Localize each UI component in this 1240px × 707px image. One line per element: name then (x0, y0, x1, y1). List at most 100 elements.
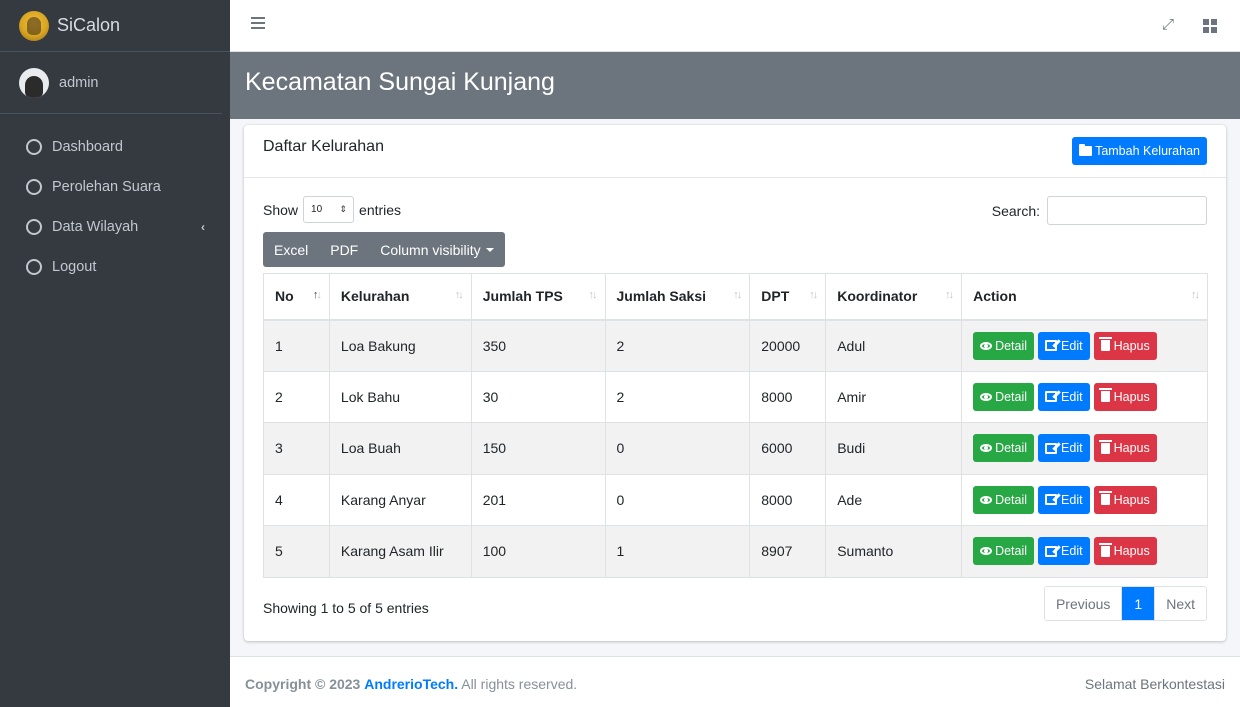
cell-jumlah-tps: 100 (470, 525, 606, 578)
column-header-kelurahan[interactable]: Kelurahan ↑↓ (328, 273, 472, 321)
sort-icon: ↑↓ (454, 289, 464, 301)
cell-action: Detail Edit Hapus (961, 422, 1208, 475)
excel-button[interactable]: Excel (263, 232, 319, 267)
cell-jumlah-tps: 350 (470, 319, 606, 372)
detail-button[interactable]: Detail (973, 331, 1035, 360)
edit-button[interactable]: Edit (1038, 537, 1090, 566)
delete-button[interactable]: Hapus (1093, 382, 1157, 411)
sidebar-item-label: Data Wilayah (52, 219, 139, 235)
detail-button[interactable]: Detail (973, 434, 1035, 463)
hamburger-menu-icon[interactable] (251, 17, 265, 31)
cell-jumlah-tps: 150 (470, 422, 606, 475)
detail-button[interactable]: Detail (973, 485, 1035, 514)
kelurahan-card: Daftar Kelurahan Tambah Kelurahan Show 1… (244, 125, 1226, 641)
cell-jumlah-saksi: 0 (604, 473, 751, 526)
cell-no: 5 (263, 525, 330, 578)
search-control: Search: (992, 196, 1207, 225)
page-1-button[interactable]: 1 (1121, 587, 1155, 620)
eye-icon (980, 495, 993, 504)
edit-icon (1045, 494, 1058, 506)
cell-jumlah-saksi: 2 (604, 370, 751, 423)
column-header-dpt[interactable]: DPT ↑↓ (749, 273, 827, 321)
table-row: 4 Karang Anyar 201 0 8000 Ade Detail Edi… (263, 473, 1208, 526)
cell-kelurahan: Loa Bakung (328, 319, 472, 372)
edit-button[interactable]: Edit (1038, 382, 1090, 411)
cell-koordinator: Budi (825, 422, 963, 475)
detail-button[interactable]: Detail (973, 537, 1035, 566)
cell-action: Detail Edit Hapus (961, 370, 1208, 423)
sort-icon: ↑↓ (945, 289, 954, 301)
edit-icon (1045, 391, 1058, 403)
cell-kelurahan: Loa Buah (328, 422, 472, 475)
edit-icon (1045, 340, 1058, 351)
delete-button[interactable]: Hapus (1093, 331, 1157, 360)
sort-icon: ↑↓ (588, 289, 598, 301)
sidebar-item-data-wilayah[interactable]: Data Wilayah ‹ (0, 207, 230, 247)
cell-kelurahan: Karang Anyar (328, 473, 472, 526)
sidebar: SiCalon admin Dashboard Perolehan Suara … (0, 0, 230, 707)
user-panel[interactable]: admin (0, 52, 222, 114)
next-page-button[interactable]: Next (1154, 587, 1206, 620)
sort-icon: ↑↓ (1191, 289, 1200, 301)
delete-button[interactable]: Hapus (1093, 485, 1157, 514)
column-header-action[interactable]: Action ↑↓ (961, 273, 1208, 321)
add-kelurahan-label: Tambah Kelurahan (1095, 144, 1200, 158)
caret-down-icon (485, 247, 494, 252)
add-kelurahan-button[interactable]: Tambah Kelurahan (1072, 137, 1207, 165)
eye-icon (980, 547, 993, 556)
sort-icon: ↑↓ (809, 289, 818, 301)
delete-button[interactable]: Hapus (1093, 434, 1157, 463)
edit-icon (1045, 545, 1058, 557)
edit-button[interactable]: Edit (1038, 331, 1090, 360)
sidebar-item-perolehan-suara[interactable]: Perolehan Suara (0, 167, 230, 207)
brand-logo (19, 10, 49, 41)
delete-button[interactable]: Hapus (1093, 537, 1157, 566)
page-length-select[interactable]: 10 ⇕ (303, 196, 355, 223)
cell-dpt: 8000 (749, 473, 827, 526)
search-input[interactable] (1047, 196, 1207, 225)
cell-kelurahan: Lok Bahu (328, 370, 472, 423)
column-header-jumlah-saksi[interactable]: Jumlah Saksi ↑↓ (604, 273, 751, 321)
sidebar-nav: Dashboard Perolehan Suara Data Wilayah ‹… (0, 114, 230, 287)
copyright-prefix: Copyright © 2023 (245, 676, 361, 692)
sidebar-item-label: Logout (52, 259, 97, 275)
page-length-value: 10 (311, 204, 323, 215)
column-visibility-button[interactable]: Column visibility (369, 232, 504, 267)
footer-brand-link[interactable]: AndrerioTech. (364, 676, 458, 692)
cell-no: 3 (263, 422, 330, 475)
card-title: Daftar Kelurahan (263, 138, 384, 155)
edit-icon (1045, 442, 1058, 454)
eye-icon (980, 392, 993, 401)
cell-jumlah-saksi: 2 (604, 319, 751, 372)
table-row: 5 Karang Asam Ilir 100 1 8907 Sumanto De… (263, 525, 1208, 578)
column-header-koordinator[interactable]: Koordinator ↑↓ (825, 273, 963, 321)
brand-name: SiCalon (57, 15, 121, 35)
sort-icon: ↑↓ (733, 289, 742, 301)
cell-koordinator: Adul (825, 319, 963, 372)
grid-icon[interactable] (1203, 19, 1217, 33)
pdf-button[interactable]: PDF (319, 232, 369, 267)
cell-koordinator: Ade (825, 473, 963, 526)
eye-icon (980, 444, 993, 453)
table-header-row: No ↑↓ Kelurahan ↑↓ Jumlah TPS ↑↓ Jumlah Sak… (263, 273, 1208, 321)
sidebar-item-dashboard[interactable]: Dashboard (0, 127, 230, 167)
column-header-jumlah-tps[interactable]: Jumlah TPS ↑↓ (470, 273, 606, 321)
edit-button[interactable]: Edit (1038, 485, 1090, 514)
eye-icon (980, 341, 993, 350)
column-header-no[interactable]: No ↑↓ (263, 273, 330, 321)
user-name: admin (59, 74, 99, 91)
circle-icon (26, 139, 42, 155)
content-header: Kecamatan Sungai Kunjang (230, 52, 1240, 119)
show-label: Show (263, 201, 299, 218)
detail-button[interactable]: Detail (973, 382, 1035, 411)
folder-icon (1079, 144, 1093, 156)
cell-action: Detail Edit Hapus (961, 473, 1208, 526)
sidebar-item-logout[interactable]: Logout (0, 247, 230, 287)
edit-button[interactable]: Edit (1038, 434, 1090, 463)
fullscreen-icon[interactable]: ⤢ (1162, 17, 1176, 32)
top-navbar: ⤢ (230, 0, 1240, 52)
brand-link[interactable]: SiCalon (0, 0, 230, 52)
table-info: Showing 1 to 5 of 5 entries (263, 600, 429, 616)
cell-action: Detail Edit Hapus (961, 319, 1208, 372)
previous-page-button[interactable]: Previous (1044, 587, 1122, 620)
